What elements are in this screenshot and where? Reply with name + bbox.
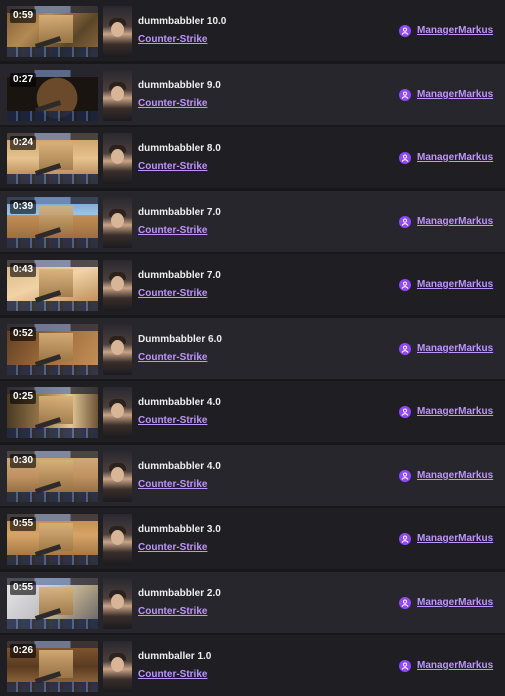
clip-thumbnail[interactable]: 0:55 [7, 578, 98, 629]
streamer-cam [103, 260, 132, 311]
clip-row[interactable]: 0:39 dummbabbler 7.0 Counter-Strike Mana… [0, 191, 505, 252]
game-link[interactable]: Counter-Strike [138, 606, 207, 617]
streamer-cam [103, 70, 132, 121]
clip-title[interactable]: dummbabbler 7.0 [138, 270, 221, 281]
clip-row[interactable]: 0:30 dummbabbler 4.0 Counter-Strike Mana… [0, 445, 505, 506]
clip-thumbnail[interactable]: 0:26 [7, 641, 98, 692]
streamer-cam [103, 578, 132, 629]
streamer-cam [103, 514, 132, 565]
clip-duration: 0:25 [10, 390, 37, 404]
user-badge-icon [399, 279, 411, 291]
streamer-cam [103, 6, 132, 57]
clip-title[interactable]: dummbabbler 3.0 [138, 524, 221, 535]
channel-name[interactable]: ManagerMarkus [417, 279, 493, 291]
clip-list: 0:59 dummbabbler 10.0 Counter-Strike Man… [0, 0, 505, 696]
clip-row[interactable]: 0:55 dummbabbler 3.0 Counter-Strike Mana… [0, 508, 505, 569]
user-badge-icon [399, 25, 411, 37]
user-badge-icon [399, 89, 411, 101]
clip-duration: 0:27 [10, 73, 37, 87]
clip-duration: 0:59 [10, 9, 37, 23]
clip-row[interactable]: 0:43 dummbabbler 7.0 Counter-Strike Mana… [0, 254, 505, 315]
channel-name[interactable]: ManagerMarkus [417, 533, 493, 545]
clip-thumbnail[interactable]: 0:55 [7, 514, 98, 565]
clip-thumbnail[interactable]: 0:59 [7, 6, 98, 57]
user-badge-icon [399, 660, 411, 672]
clip-title[interactable]: dummbabbler 9.0 [138, 80, 221, 91]
game-link[interactable]: Counter-Strike [138, 479, 207, 490]
clip-duration: 0:39 [10, 200, 37, 214]
channel-name[interactable]: ManagerMarkus [417, 406, 493, 418]
streamer-cam [103, 451, 132, 502]
clip-thumbnail[interactable]: 0:43 [7, 260, 98, 311]
channel-name[interactable]: ManagerMarkus [417, 25, 493, 37]
channel-name[interactable]: ManagerMarkus [417, 343, 493, 355]
clip-thumbnail[interactable]: 0:27 [7, 70, 98, 121]
clip-thumbnail[interactable]: 0:25 [7, 387, 98, 438]
game-link[interactable]: Counter-Strike [138, 288, 207, 299]
clip-duration: 0:24 [10, 136, 37, 150]
user-badge-icon [399, 470, 411, 482]
clip-duration: 0:55 [10, 517, 37, 531]
clip-duration: 0:30 [10, 454, 37, 468]
clip-title[interactable]: Dummbabbler 6.0 [138, 334, 222, 345]
clip-title[interactable]: dummballer 1.0 [138, 651, 211, 662]
user-badge-icon [399, 216, 411, 228]
channel-name[interactable]: ManagerMarkus [417, 660, 493, 672]
clip-row[interactable]: 0:59 dummbabbler 10.0 Counter-Strike Man… [0, 0, 505, 61]
streamer-cam [103, 197, 132, 248]
user-badge-icon [399, 152, 411, 164]
clip-row[interactable]: 0:52 Dummbabbler 6.0 Counter-Strike Mana… [0, 318, 505, 379]
clip-duration: 0:52 [10, 327, 37, 341]
game-link[interactable]: Counter-Strike [138, 669, 207, 680]
clip-row[interactable]: 0:26 dummballer 1.0 Counter-Strike Manag… [0, 635, 505, 696]
clip-duration: 0:43 [10, 263, 37, 277]
channel-name[interactable]: ManagerMarkus [417, 470, 493, 482]
clip-title[interactable]: dummbabbler 10.0 [138, 16, 226, 27]
clip-title[interactable]: dummbabbler 7.0 [138, 207, 221, 218]
clip-title[interactable]: dummbabbler 2.0 [138, 588, 221, 599]
channel-name[interactable]: ManagerMarkus [417, 152, 493, 164]
streamer-cam [103, 324, 132, 375]
clip-thumbnail[interactable]: 0:52 [7, 324, 98, 375]
game-link[interactable]: Counter-Strike [138, 98, 207, 109]
streamer-cam [103, 387, 132, 438]
clip-duration: 0:26 [10, 644, 37, 658]
clip-title[interactable]: dummbabbler 4.0 [138, 461, 221, 472]
game-link[interactable]: Counter-Strike [138, 542, 207, 553]
clip-title[interactable]: dummbabbler 4.0 [138, 397, 221, 408]
game-link[interactable]: Counter-Strike [138, 352, 207, 363]
game-link[interactable]: Counter-Strike [138, 161, 207, 172]
game-link[interactable]: Counter-Strike [138, 415, 207, 426]
clip-title[interactable]: dummbabbler 8.0 [138, 143, 221, 154]
game-link[interactable]: Counter-Strike [138, 34, 207, 45]
clip-row[interactable]: 0:27 dummbabbler 9.0 Counter-Strike Mana… [0, 64, 505, 125]
channel-name[interactable]: ManagerMarkus [417, 216, 493, 228]
channel-name[interactable]: ManagerMarkus [417, 597, 493, 609]
streamer-cam [103, 641, 132, 692]
user-badge-icon [399, 406, 411, 418]
clip-thumbnail[interactable]: 0:39 [7, 197, 98, 248]
clip-row[interactable]: 0:25 dummbabbler 4.0 Counter-Strike Mana… [0, 381, 505, 442]
clip-thumbnail[interactable]: 0:30 [7, 451, 98, 502]
clip-row[interactable]: 0:55 dummbabbler 2.0 Counter-Strike Mana… [0, 572, 505, 633]
channel-name[interactable]: ManagerMarkus [417, 89, 493, 101]
user-badge-icon [399, 533, 411, 545]
user-badge-icon [399, 597, 411, 609]
clip-row[interactable]: 0:24 dummbabbler 8.0 Counter-Strike Mana… [0, 127, 505, 188]
streamer-cam [103, 133, 132, 184]
clip-duration: 0:55 [10, 581, 37, 595]
clip-thumbnail[interactable]: 0:24 [7, 133, 98, 184]
user-badge-icon [399, 343, 411, 355]
game-link[interactable]: Counter-Strike [138, 225, 207, 236]
